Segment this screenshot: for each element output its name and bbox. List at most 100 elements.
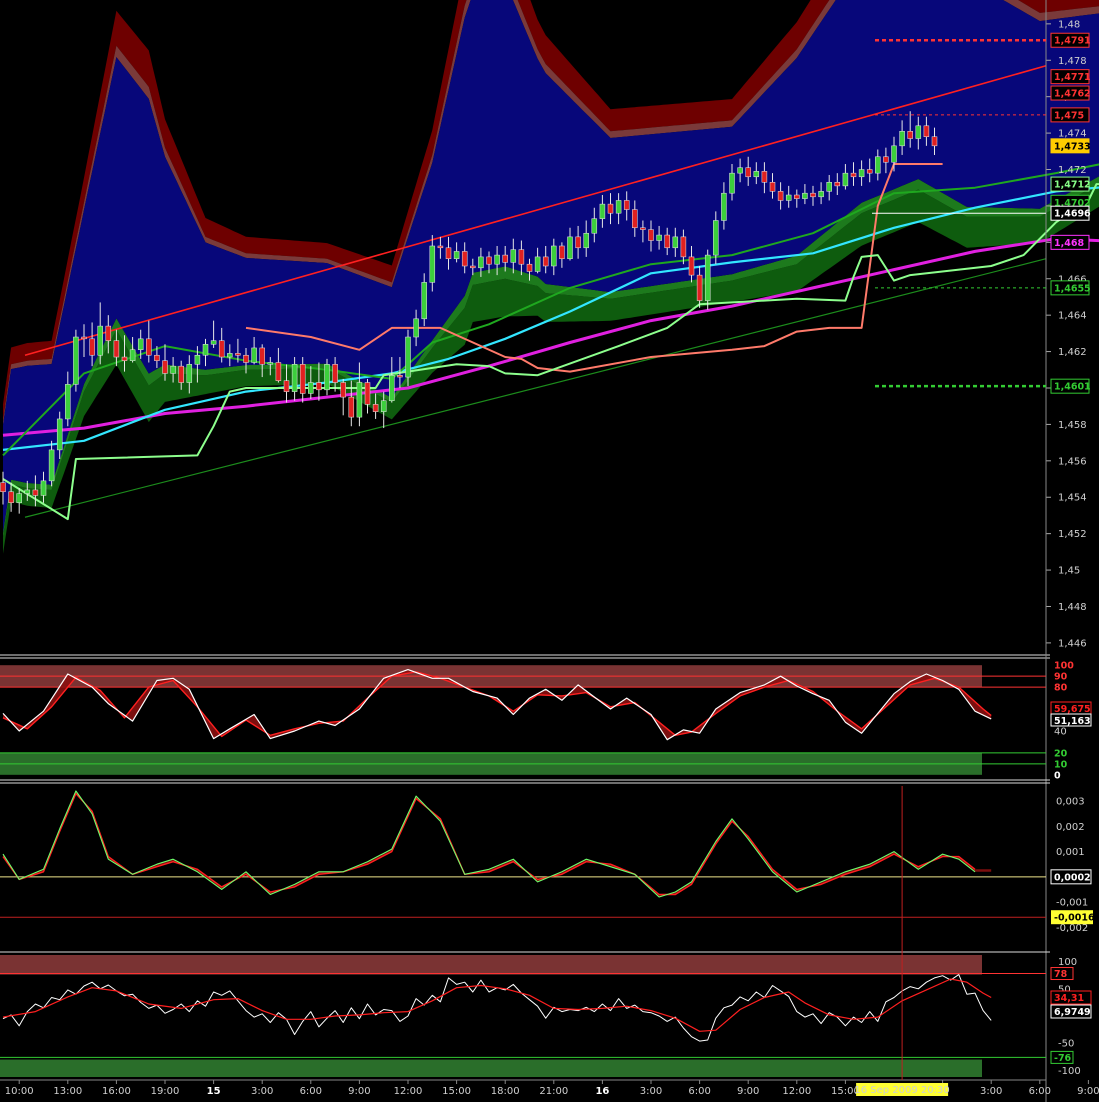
stoch-level-label: 20 xyxy=(1054,748,1068,759)
candle-body xyxy=(332,364,338,383)
candle-body xyxy=(486,256,492,265)
candle-body xyxy=(915,125,922,139)
candle-body xyxy=(567,236,573,259)
x-tick-label: 18:00 xyxy=(491,1086,520,1097)
candle-body xyxy=(721,192,727,221)
candle-body xyxy=(745,167,751,178)
candle-body xyxy=(32,489,39,496)
candle-body xyxy=(875,156,881,174)
candle-body xyxy=(0,482,6,493)
candle-body xyxy=(518,249,525,265)
candle-body xyxy=(713,220,719,256)
candle-body xyxy=(777,191,784,201)
candle-body xyxy=(688,256,695,276)
candle-body xyxy=(65,384,71,420)
x-tick-label: 3:00 xyxy=(980,1086,1002,1097)
candle-body xyxy=(186,364,193,383)
candle-body xyxy=(299,364,306,394)
crosshair-label: 16 Sep 2009 20:30 xyxy=(854,1085,949,1096)
candle-body xyxy=(461,251,468,267)
candle-body xyxy=(648,229,654,241)
stoch-level-label: 10 xyxy=(1054,759,1068,770)
osc-tick-label: -0,001 xyxy=(1056,898,1088,909)
candle-body xyxy=(16,493,22,503)
price-tick-label: 1,474 xyxy=(1058,129,1087,140)
candle-body xyxy=(364,382,371,405)
candle-body xyxy=(802,192,808,199)
candle-body xyxy=(818,191,824,198)
stoch-level-label: 80 xyxy=(1054,683,1068,694)
candle-body xyxy=(48,449,55,482)
candle-body xyxy=(761,171,768,183)
x-tick-label: 9:00 xyxy=(348,1086,370,1097)
candle-body xyxy=(24,489,31,494)
x-tick-label: 3:00 xyxy=(251,1086,273,1097)
candle-body xyxy=(348,396,355,418)
candle-body xyxy=(737,167,743,174)
candle-body xyxy=(405,336,411,378)
candle-body xyxy=(218,340,225,358)
candle-body xyxy=(8,491,14,503)
candle-body xyxy=(826,182,832,192)
osc-tick-label: 0,002 xyxy=(1056,822,1085,833)
candle-body xyxy=(170,365,176,374)
candle-body xyxy=(680,236,687,258)
forex-chart[interactable]: 1,481,4781,4761,4741,4721,471,4681,4661,… xyxy=(0,0,1099,1102)
candle-body xyxy=(267,362,274,365)
candle-body xyxy=(599,203,606,219)
cci-level-label: -76 xyxy=(1054,1053,1072,1064)
candle-body xyxy=(89,338,95,356)
candle-body xyxy=(210,340,217,345)
candle-body xyxy=(704,254,711,301)
x-tick-label: 16:00 xyxy=(102,1086,131,1097)
candle-body xyxy=(243,354,249,363)
price-tag-label: 1,475 xyxy=(1054,110,1084,121)
candle-body xyxy=(316,382,322,391)
price-tick-label: 1,456 xyxy=(1058,456,1087,467)
candle-body xyxy=(397,374,403,378)
candle-body xyxy=(129,349,136,361)
candle-body xyxy=(259,347,265,365)
osc-tick-label: -0,002 xyxy=(1056,923,1088,934)
cci-tick-label: -100 xyxy=(1058,1066,1081,1077)
candle-body xyxy=(178,365,184,383)
x-tick-label: 16 xyxy=(595,1086,609,1097)
osc-value-label: -0,0016 xyxy=(1054,913,1095,924)
x-tick-label: 6:00 xyxy=(300,1086,322,1097)
price-tag-label: 1,4791 xyxy=(1054,36,1091,47)
candle-body xyxy=(834,182,841,187)
candle-body xyxy=(729,172,735,194)
candle-body xyxy=(931,136,938,147)
cci-value-label: 6,9749 xyxy=(1054,1007,1091,1018)
cci-level-label: 78 xyxy=(1054,969,1068,980)
candle-body xyxy=(324,364,330,391)
x-tick-label: 15:00 xyxy=(442,1086,471,1097)
candle-body xyxy=(850,172,857,178)
candle-body xyxy=(883,156,889,163)
candle-body xyxy=(591,218,598,234)
candle-body xyxy=(753,171,760,178)
price-tick-label: 1,462 xyxy=(1058,347,1087,358)
candle-body xyxy=(923,125,930,137)
candle-body xyxy=(664,234,670,249)
candle-body xyxy=(113,340,120,358)
candle-body xyxy=(891,145,897,163)
stoch-value-label: 51,163 xyxy=(1054,716,1091,727)
osc-tick-label: 0,001 xyxy=(1056,847,1085,858)
candle-body xyxy=(478,256,484,269)
candle-body xyxy=(81,336,87,340)
x-tick-label: 6:00 xyxy=(1029,1086,1051,1097)
candle-body xyxy=(283,380,290,392)
candle-body xyxy=(413,318,419,338)
x-tick-label: 19:00 xyxy=(151,1086,180,1097)
x-tick-label: 21:00 xyxy=(539,1086,568,1097)
stoch-tick-label: 40 xyxy=(1054,726,1067,737)
candle-body xyxy=(615,200,622,214)
x-tick-label: 3:00 xyxy=(640,1086,662,1097)
candle-body xyxy=(526,263,533,272)
candle-body xyxy=(640,227,646,230)
candle-body xyxy=(696,274,703,301)
candle-body xyxy=(769,182,776,192)
candle-body xyxy=(551,245,557,267)
price-tag-label: 1,4733 xyxy=(1054,141,1091,152)
